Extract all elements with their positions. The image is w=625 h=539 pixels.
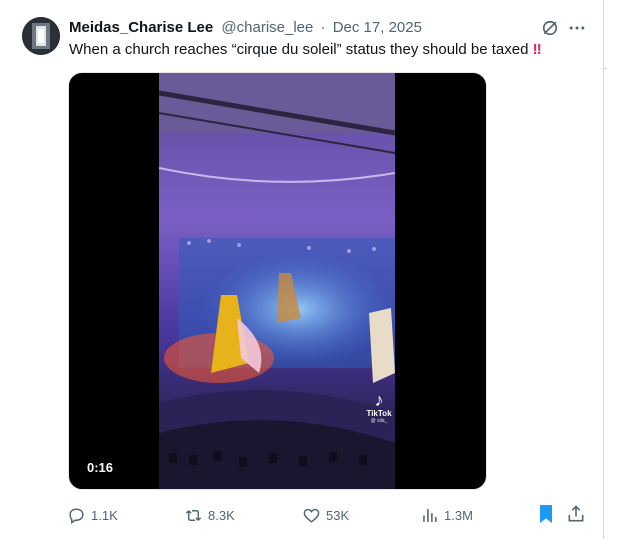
double-exclamation-emoji: ‼ <box>532 41 542 58</box>
video-thumbnail <box>159 73 395 489</box>
views-button[interactable]: 1.3M <box>420 503 473 527</box>
separator-dot: · <box>320 19 326 36</box>
more-icon[interactable] <box>567 18 587 38</box>
tweet-card[interactable]: Meidas_Charise Lee @charise_lee · Dec 17… <box>0 0 604 539</box>
tiktok-logo: ♪ <box>374 390 384 410</box>
user-handle[interactable]: @charise_lee <box>221 19 313 36</box>
grok-icon[interactable] <box>540 18 560 38</box>
tiktok-wordmark: TikTok <box>366 409 392 418</box>
video-duration: 0:16 <box>87 460 114 475</box>
tweet-body: When a church reaches “cirque du soleil”… <box>69 41 529 58</box>
views-icon <box>423 508 437 522</box>
share-icon[interactable] <box>566 503 586 525</box>
like-button[interactable]: 53K <box>302 503 349 527</box>
avatar-image <box>22 17 60 55</box>
tiktok-watermark: ♪ TikTok @ xila_ <box>364 391 394 424</box>
repost-button[interactable]: 8.3K <box>184 503 235 527</box>
video-player[interactable]: ♪ TikTok @ xila_ 0:16 <box>68 72 487 490</box>
action-bar: 1.1K 8.3K 53K 1.3M <box>0 503 604 527</box>
tweet-text: When a church reaches “cirque du soleil”… <box>69 39 542 61</box>
display-name[interactable]: Meidas_Charise Lee <box>69 19 213 36</box>
like-icon <box>303 508 320 523</box>
bookmark-icon[interactable] <box>536 503 556 525</box>
tweet-header: Meidas_Charise Lee @charise_lee · Dec 17… <box>69 18 422 38</box>
timeline-divider <box>603 0 604 539</box>
retweet-icon <box>185 509 202 521</box>
view-count: 1.3M <box>444 507 473 523</box>
reply-button[interactable]: 1.1K <box>67 503 118 527</box>
repost-count: 8.3K <box>208 507 235 523</box>
post-date[interactable]: Dec 17, 2025 <box>333 19 422 36</box>
like-count: 53K <box>326 507 350 523</box>
tiktok-username: @ xila_ <box>370 418 388 424</box>
timeline-divider-tick <box>604 68 607 69</box>
avatar[interactable] <box>22 17 60 55</box>
reply-count: 1.1K <box>91 507 118 523</box>
reply-icon <box>69 507 84 524</box>
